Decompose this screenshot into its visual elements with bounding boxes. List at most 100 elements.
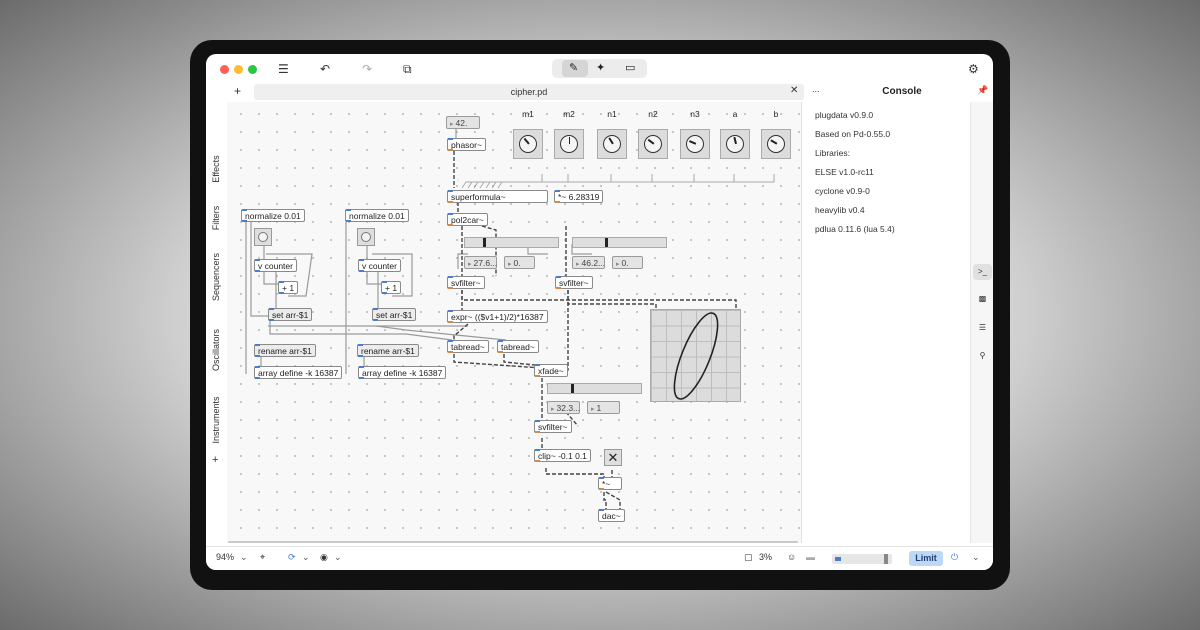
knob-label-n2: n2 bbox=[648, 109, 658, 119]
tabread-object-1[interactable]: tabread~ bbox=[447, 340, 489, 353]
pin-icon[interactable]: 📌 bbox=[977, 85, 988, 96]
add-category-button[interactable]: + bbox=[212, 454, 218, 466]
add-object-icon[interactable]: ⧉ bbox=[403, 62, 412, 77]
bang-button-2[interactable] bbox=[357, 228, 375, 246]
console-line: Based on Pd-0.55.0 bbox=[815, 129, 891, 139]
cpu-icon: ▢ bbox=[744, 552, 753, 562]
normalize-object-2[interactable]: normalize 0.01 bbox=[345, 209, 409, 222]
bang-button-1[interactable] bbox=[254, 228, 272, 246]
cpu-usage: 3% bbox=[759, 552, 773, 562]
knob-label-n1: n1 bbox=[607, 109, 617, 119]
number-box-a1[interactable]: 27.6... bbox=[464, 256, 497, 269]
slider-c[interactable] bbox=[547, 383, 642, 394]
number-box-a2[interactable]: 0. bbox=[504, 256, 535, 269]
console-tab-icon[interactable]: >_ bbox=[973, 264, 992, 280]
horizontal-scrollbar[interactable] bbox=[228, 541, 798, 543]
counter-object-2[interactable]: v counter bbox=[358, 259, 401, 272]
dsp-status-icon[interactable]: ☺ bbox=[787, 552, 796, 562]
visibility-chevron-icon[interactable]: ⌄ bbox=[334, 552, 342, 563]
inspector-rail: >_ ▩ ☰ ⚲ bbox=[970, 102, 993, 543]
knob-label-m1: m1 bbox=[522, 109, 534, 119]
svfilter-object-1[interactable]: svfilter~ bbox=[447, 276, 485, 289]
power-icon[interactable]: ⏻ bbox=[951, 552, 958, 563]
search-icon[interactable]: ⚲ bbox=[971, 351, 993, 360]
number-box-c2[interactable]: 1 bbox=[587, 401, 620, 414]
xfade-object[interactable]: xfade~ bbox=[534, 364, 568, 377]
sidebar-tab-sequencers[interactable]: Sequencers bbox=[209, 245, 223, 309]
close-tab-icon[interactable]: ✕ bbox=[790, 85, 798, 96]
zoom-chevron-icon[interactable]: ⌄ bbox=[240, 552, 248, 563]
status-bar: 94% ⌄ ⌖ ⟳ ⌄ ◉ ⌄ ▢ 3% ☺ ▬ Limit ⏻ ⌄ bbox=[206, 546, 993, 570]
rename-arr-message-2[interactable]: rename arr-$1 bbox=[357, 344, 419, 357]
close-window-button[interactable] bbox=[220, 65, 229, 74]
phasor-object[interactable]: phasor~ bbox=[447, 138, 486, 151]
knob-n2[interactable] bbox=[638, 129, 668, 159]
rename-arr-message-1[interactable]: rename arr-$1 bbox=[254, 344, 316, 357]
oscilloscope[interactable] bbox=[650, 309, 741, 402]
knob-n1[interactable] bbox=[597, 129, 627, 159]
sidebar-tab-filters[interactable]: Filters bbox=[209, 186, 223, 250]
console-title: Console bbox=[882, 86, 922, 97]
clip-object[interactable]: clip~ -0.1 0.1 bbox=[534, 449, 591, 462]
console-line: pdlua 0.11.6 (lua 5.4) bbox=[815, 224, 895, 234]
zoom-window-button[interactable] bbox=[248, 65, 257, 74]
knob-label-b: b bbox=[773, 109, 779, 119]
new-tab-button[interactable]: + bbox=[234, 84, 241, 98]
redo-icon[interactable]: ↷ bbox=[362, 62, 372, 76]
knob-b[interactable] bbox=[761, 129, 791, 159]
menu-icon[interactable]: ☰ bbox=[278, 62, 289, 76]
documentation-tab-icon[interactable]: ▩ bbox=[971, 294, 993, 303]
visibility-icon[interactable]: ◉ bbox=[320, 552, 328, 563]
console-panel: plugdata v0.9.0 Based on Pd-0.55.0 Libra… bbox=[809, 102, 970, 543]
dac-object[interactable]: dac~ bbox=[598, 509, 625, 522]
svfilter-object-3[interactable]: svfilter~ bbox=[534, 420, 572, 433]
set-arr-message-1[interactable]: set arr-$1 bbox=[268, 308, 313, 321]
knob-label-n3: n3 bbox=[690, 109, 700, 119]
volume-slider[interactable] bbox=[832, 554, 892, 564]
toggle-x[interactable]: ✕ bbox=[604, 449, 622, 466]
knob-m1[interactable] bbox=[513, 129, 543, 159]
multiply-out-object[interactable]: *~ bbox=[598, 477, 622, 490]
knob-label-a: a bbox=[732, 109, 738, 119]
multiply-object[interactable]: *~ 6.28319 bbox=[554, 190, 604, 203]
crosshair-icon[interactable]: ⌖ bbox=[260, 552, 265, 563]
number-box-b1[interactable]: 46.2... bbox=[572, 256, 605, 269]
svfilter-object-2[interactable]: svfilter~ bbox=[555, 276, 593, 289]
connection-chevron-icon[interactable]: ⌄ bbox=[302, 552, 310, 563]
array-define-object-1[interactable]: array define -k 16387 bbox=[254, 366, 343, 379]
power-chevron-icon[interactable]: ⌄ bbox=[972, 552, 980, 563]
array-define-object-2[interactable]: array define -k 16387 bbox=[358, 366, 447, 379]
counter-object-1[interactable]: v counter bbox=[254, 259, 297, 272]
knob-n3[interactable] bbox=[680, 129, 710, 159]
edit-mode-icon[interactable]: ✎ bbox=[569, 61, 578, 74]
knob-m2[interactable] bbox=[554, 129, 584, 159]
zoom-level[interactable]: 94% bbox=[216, 552, 234, 562]
sidebar-tab-instruments[interactable]: Instruments bbox=[209, 388, 223, 452]
knob-a[interactable] bbox=[720, 129, 750, 159]
slider-b[interactable] bbox=[572, 237, 667, 248]
connection-style-icon[interactable]: ⟳ bbox=[288, 552, 296, 563]
expr-object[interactable]: expr~ (($v1+1)/2)*16387 bbox=[447, 310, 548, 323]
limit-button[interactable]: Limit bbox=[909, 551, 943, 566]
number-box-b2[interactable]: 0. bbox=[612, 256, 643, 269]
slider-a[interactable] bbox=[464, 237, 559, 248]
superformula-object[interactable]: superformula~ bbox=[447, 190, 548, 203]
settings-sliders-icon[interactable]: ☰ bbox=[971, 323, 993, 332]
plugin-icon[interactable]: ⚙ bbox=[968, 62, 979, 76]
category-sidebar: Effects Filters Sequencers Oscillators I… bbox=[206, 102, 227, 543]
frequency-number-box[interactable]: 42. bbox=[446, 116, 480, 129]
app-window: ☰ ↶ ↷ ⧉ ✎ ✦ ▭ ⚙ + cipher.pd ✕ ... Consol… bbox=[206, 54, 993, 570]
sidebar-tab-oscillators[interactable]: Oscillators bbox=[209, 318, 223, 382]
pol2car-object[interactable]: pol2car~ bbox=[447, 213, 488, 226]
number-box-c1[interactable]: 32.3... bbox=[547, 401, 580, 414]
minimize-window-button[interactable] bbox=[234, 65, 243, 74]
undo-icon[interactable]: ↶ bbox=[320, 62, 330, 76]
tab-title: cipher.pd bbox=[510, 87, 548, 97]
normalize-object-1[interactable]: normalize 0.01 bbox=[241, 209, 305, 222]
plus-object-2[interactable]: + 1 bbox=[381, 281, 402, 294]
presentation-mode-icon[interactable]: ▭ bbox=[625, 61, 635, 74]
run-mode-icon[interactable]: ✦ bbox=[596, 61, 605, 74]
plus-object-1[interactable]: + 1 bbox=[278, 281, 299, 294]
tabread-object-2[interactable]: tabread~ bbox=[497, 340, 539, 353]
set-arr-message-2[interactable]: set arr-$1 bbox=[372, 308, 417, 321]
